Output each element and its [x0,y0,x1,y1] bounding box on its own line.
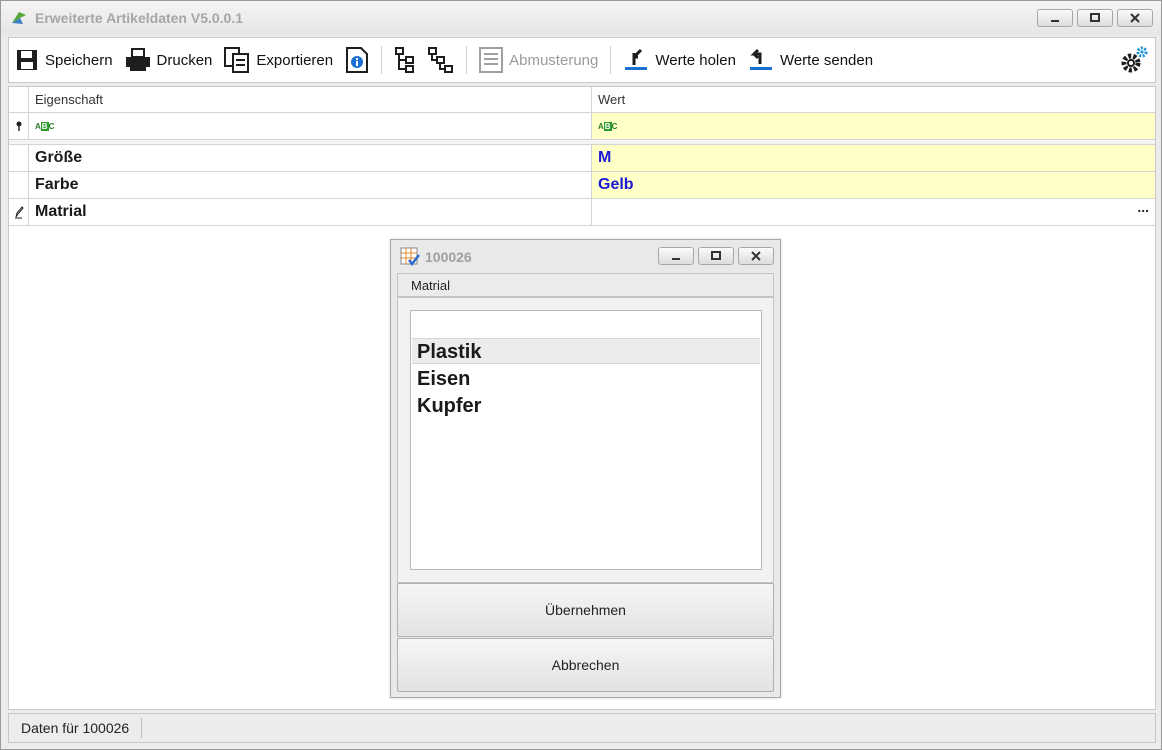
abc-filter-icon: ABC [598,121,618,131]
hierarchy-icon [428,47,454,73]
status-bar: Daten für 100026 [8,713,1156,743]
apply-button[interactable]: Übernehmen [397,583,774,637]
property-filter-cell[interactable]: ABC [29,113,592,140]
print-label: Drucken [156,51,213,69]
print-button[interactable]: Drucken [119,42,219,78]
export-label: Exportieren [256,51,334,69]
toolbar-separator [610,46,612,74]
row-indicator [9,113,29,140]
table-row[interactable]: Größe M [9,145,1155,172]
list-item[interactable]: Kupfer [412,393,760,419]
abc-filter-icon: ABC [35,121,55,131]
dialog-close-button[interactable] [738,247,774,265]
property-name-cell: Matrial [29,199,592,226]
fetch-values-label: Werte holen [655,51,736,69]
row-indicator [9,172,29,199]
row-indicator [9,145,29,172]
dialog-list-panel: Plastik Eisen Kupfer [397,297,774,583]
filter-row: ABC ABC [9,113,1155,140]
printer-icon [125,48,150,71]
dialog-title: 100026 [425,249,472,265]
gear-icon [1121,46,1148,73]
send-values-label: Werte senden [779,51,874,69]
close-icon [751,251,761,261]
toolbar-separator [381,46,383,74]
property-value-cell[interactable]: ... [592,199,1155,226]
info-document-icon [346,47,369,73]
maximize-button[interactable] [1077,9,1113,27]
dialog-title-bar[interactable]: 100026 [391,240,780,272]
dialog-maximize-button[interactable] [698,247,734,265]
sampling-label: Abmusterung [509,51,599,69]
tree-collapse-button[interactable] [422,42,460,78]
property-name-cell: Farbe [29,172,592,199]
property-name-cell: Größe [29,145,592,172]
send-values-button[interactable]: Werte senden [742,42,879,78]
value-filter-cell[interactable]: ABC [592,113,1155,140]
property-value-cell[interactable]: M [592,145,1155,172]
export-button[interactable]: Exportieren [218,42,339,78]
export-documents-icon [224,47,250,73]
sampling-list-icon [479,47,504,73]
minimize-icon [672,258,680,260]
dialog-minimize-button[interactable] [658,247,694,265]
pin-icon [16,121,21,131]
material-listbox[interactable]: Plastik Eisen Kupfer [410,310,762,570]
close-icon [1130,13,1140,23]
settings-button[interactable] [1113,42,1155,78]
tree-structure-icon [395,47,415,73]
selection-dialog: 100026 Matrial Plastik Eisen Kupfer Über… [390,239,781,698]
title-bar[interactable]: Erweiterte Artikeldaten V5.0.0.1 [1,1,1161,35]
grid-header-row: Eigenschaft Wert [9,87,1155,113]
main-window: Erweiterte Artikeldaten V5.0.0.1 Speiche… [0,0,1162,750]
window-title: Erweiterte Artikeldaten V5.0.0.1 [35,10,244,26]
row-indicator [9,87,29,113]
list-item[interactable]: Eisen [412,366,760,392]
save-button[interactable]: Speichern [9,42,119,78]
cancel-button[interactable]: Abbrechen [397,638,774,692]
minimize-button[interactable] [1037,9,1073,27]
column-header-property[interactable]: Eigenschaft [29,87,592,113]
fetch-arrow-icon [625,48,648,70]
ellipsis-button[interactable]: ... [1137,199,1149,215]
maximize-icon [711,251,721,260]
minimize-icon [1051,20,1059,22]
send-arrow-icon [749,48,772,70]
maximize-icon [1090,13,1100,22]
close-button[interactable] [1117,9,1153,27]
floppy-disk-icon [17,50,37,70]
toolbar: Speichern Drucken Exportieren Abmusterun… [8,37,1156,83]
tree-expand-button[interactable] [388,42,422,78]
app-logo-icon [12,12,26,24]
row-indicator [9,199,29,226]
table-row[interactable]: Farbe Gelb [9,172,1155,199]
column-header-value[interactable]: Wert [592,87,1155,113]
list-item[interactable]: Plastik [412,338,760,364]
toolbar-separator [466,46,468,74]
edit-pencil-icon [14,206,24,219]
status-text: Daten für 100026 [9,718,143,738]
dialog-field-label: Matrial [397,273,774,297]
sampling-button[interactable]: Abmusterung [473,42,604,78]
grid-check-icon [400,247,420,267]
info-button[interactable] [339,42,375,78]
save-label: Speichern [45,51,113,69]
property-value-cell[interactable]: Gelb [592,172,1155,199]
table-row[interactable]: Matrial ... [9,199,1155,226]
fetch-values-button[interactable]: Werte holen [617,42,742,78]
